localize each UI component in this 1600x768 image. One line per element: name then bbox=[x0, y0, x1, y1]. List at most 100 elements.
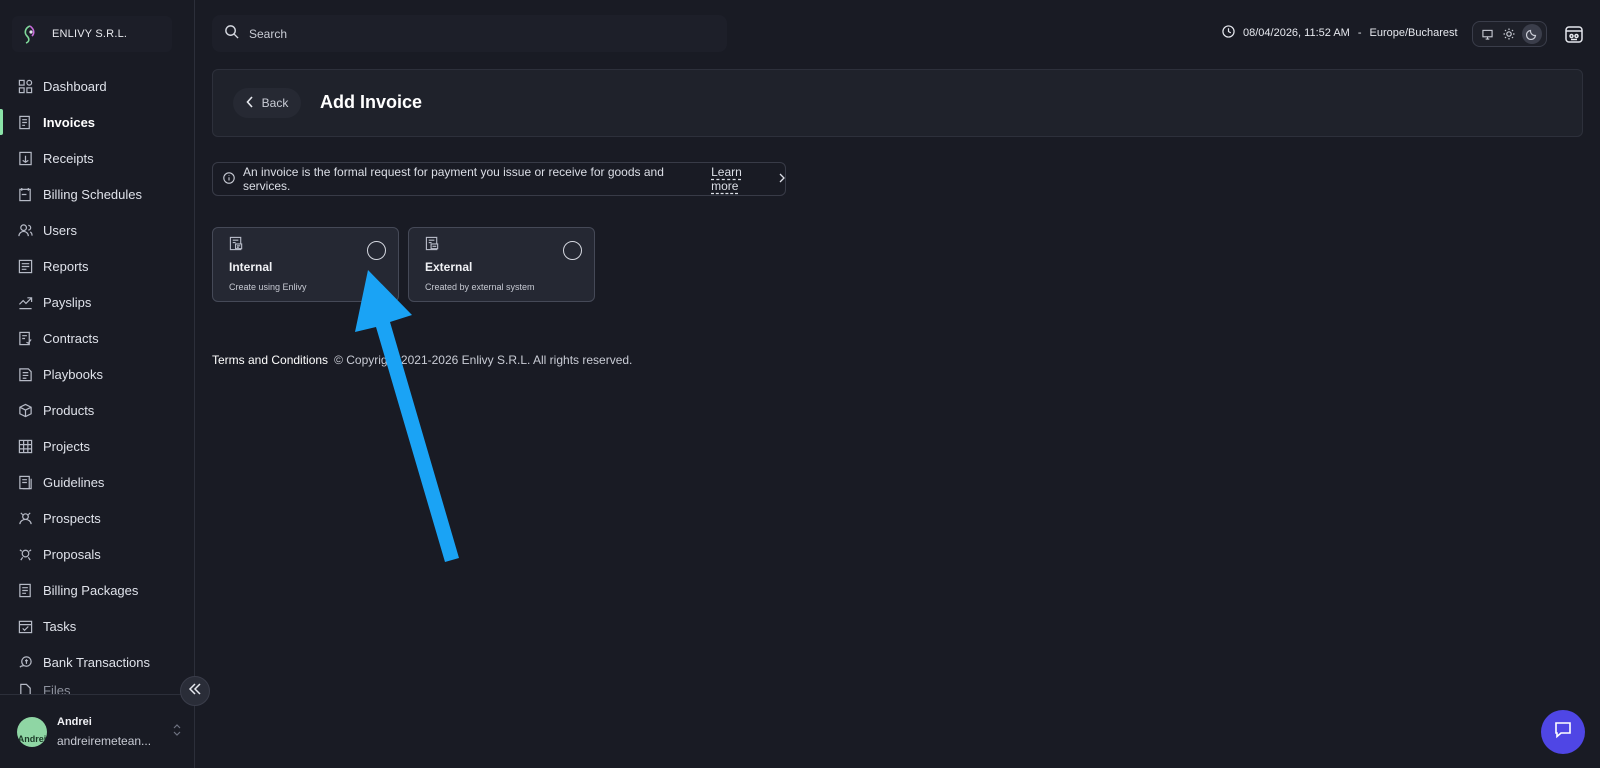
sidebar-item-label: Playbooks bbox=[43, 366, 103, 382]
clock-datetime: 08/04/2026, 11:52 AM bbox=[1243, 27, 1350, 39]
info-icon bbox=[223, 171, 235, 187]
sidebar-item-label: Users bbox=[43, 222, 77, 238]
sidebar-item-projects[interactable]: Projects bbox=[0, 428, 194, 464]
sidebar-item-contracts[interactable]: Contracts bbox=[0, 320, 194, 356]
products-icon bbox=[17, 402, 33, 418]
invoice-icon bbox=[17, 114, 33, 130]
payslips-icon bbox=[17, 294, 33, 310]
contracts-icon bbox=[17, 330, 33, 346]
info-banner: An invoice is the formal request for pay… bbox=[212, 162, 786, 196]
clock-separator: - bbox=[1357, 27, 1362, 39]
receipt-icon bbox=[17, 150, 33, 166]
company-logo-icon bbox=[20, 23, 40, 45]
search-icon bbox=[224, 24, 239, 44]
sidebar-item-billing-schedules[interactable]: Billing Schedules bbox=[0, 176, 194, 212]
clock-icon bbox=[1222, 25, 1235, 41]
billing-packages-icon bbox=[17, 582, 33, 598]
sidebar-item-label: Products bbox=[43, 402, 95, 418]
sidebar-item-dashboard[interactable]: Dashboard bbox=[0, 68, 194, 104]
sidebar-item-tasks[interactable]: Tasks bbox=[0, 608, 194, 644]
sidebar-item-label: Contracts bbox=[43, 330, 99, 346]
moon-icon[interactable] bbox=[1521, 24, 1542, 44]
app-launcher-icon[interactable] bbox=[1561, 21, 1587, 47]
clock-display: 08/04/2026, 11:52 AM - Europe/Bucharest bbox=[1222, 24, 1458, 42]
sidebar-item-users[interactable]: Users bbox=[0, 212, 194, 248]
page-header: Back Add Invoice bbox=[212, 69, 1583, 137]
option-subtitle: Create using Enlivy bbox=[229, 282, 307, 292]
sidebar-item-proposals[interactable]: Proposals bbox=[0, 536, 194, 572]
playbooks-icon bbox=[17, 366, 33, 382]
option-title: External bbox=[425, 260, 473, 274]
sidebar-item-label: Prospects bbox=[43, 510, 101, 526]
proposals-icon bbox=[17, 546, 33, 562]
sidebar-item-label: Dashboard bbox=[43, 78, 107, 94]
sidebar: ENLIVY S.R.L. Dashboard Invoices Receipt… bbox=[0, 0, 195, 768]
page-title: Add Invoice bbox=[320, 92, 423, 112]
sidebar-item-bank-transactions[interactable]: Bank Transactions bbox=[0, 644, 194, 680]
internal-document-icon bbox=[229, 236, 245, 252]
back-label: Back bbox=[261, 96, 289, 110]
search-input[interactable] bbox=[249, 26, 689, 41]
theme-toggle bbox=[1472, 21, 1547, 47]
sidebar-item-label: Receipts bbox=[43, 150, 94, 166]
users-icon bbox=[17, 222, 33, 238]
sidebar-item-label: Bank Transactions bbox=[43, 654, 150, 670]
terms-link[interactable]: Terms and Conditions bbox=[212, 353, 328, 367]
dashboard-icon bbox=[17, 78, 33, 94]
page-footer: Terms and Conditions © Copyright 2021-20… bbox=[212, 353, 632, 367]
chat-button[interactable] bbox=[1541, 710, 1585, 754]
option-external-radio[interactable] bbox=[563, 241, 582, 260]
sidebar-item-label: Proposals bbox=[43, 546, 101, 562]
collapse-sidebar-button[interactable] bbox=[180, 676, 210, 706]
sidebar-item-billing-packages[interactable]: Billing Packages bbox=[0, 572, 194, 608]
chevron-up-down-icon bbox=[173, 724, 181, 739]
option-internal-radio[interactable] bbox=[367, 241, 386, 260]
user-name: Andrei bbox=[57, 715, 92, 728]
chevron-left-icon bbox=[246, 95, 254, 111]
chevron-right-icon bbox=[779, 172, 785, 186]
sidebar-item-products[interactable]: Products bbox=[0, 392, 194, 428]
sidebar-item-label: Tasks bbox=[43, 618, 77, 634]
option-internal[interactable]: Internal Create using Enlivy bbox=[212, 227, 399, 302]
sidebar-item-label: Reports bbox=[43, 258, 89, 274]
avatar: Andrei bbox=[17, 716, 47, 747]
clock-timezone: Europe/Bucharest bbox=[1369, 27, 1458, 39]
sidebar-item-guidelines[interactable]: Guidelines bbox=[0, 464, 194, 500]
company-name: ENLIVY S.R.L. bbox=[52, 28, 128, 40]
sidebar-item-label: Projects bbox=[43, 438, 90, 454]
bank-transactions-icon bbox=[17, 654, 33, 670]
learn-more-link[interactable]: Learn more bbox=[711, 165, 771, 193]
monitor-icon[interactable] bbox=[1477, 24, 1497, 44]
option-external[interactable]: External Created by external system bbox=[408, 227, 595, 302]
guidelines-icon bbox=[17, 474, 33, 490]
sidebar-item-label: Payslips bbox=[43, 294, 92, 310]
billing-schedule-icon bbox=[17, 186, 33, 202]
sidebar-item-label: Invoices bbox=[43, 114, 96, 130]
reports-icon bbox=[17, 258, 33, 274]
tasks-icon bbox=[17, 618, 33, 634]
search-bar[interactable] bbox=[212, 15, 727, 52]
sidebar-item-label: Guidelines bbox=[43, 474, 105, 490]
sidebar-item-label: Billing Schedules bbox=[43, 186, 143, 202]
sidebar-item-label: Billing Packages bbox=[43, 582, 139, 598]
user-info: Andrei andreiremetean... bbox=[57, 716, 157, 748]
sidebar-item-payslips[interactable]: Payslips bbox=[0, 284, 194, 320]
sun-icon[interactable] bbox=[1499, 24, 1519, 44]
sidebar-item-prospects[interactable]: Prospects bbox=[0, 500, 194, 536]
projects-icon bbox=[17, 438, 33, 454]
external-document-icon bbox=[425, 236, 441, 252]
double-chevron-left-icon bbox=[188, 682, 202, 700]
annotation-arrow bbox=[355, 270, 459, 562]
sidebar-item-invoices[interactable]: Invoices bbox=[0, 104, 194, 140]
chat-icon bbox=[1553, 720, 1573, 745]
user-menu[interactable]: Andrei Andrei andreiremetean... bbox=[0, 694, 194, 768]
sidebar-item-receipts[interactable]: Receipts bbox=[0, 140, 194, 176]
sidebar-item-reports[interactable]: Reports bbox=[0, 248, 194, 284]
option-subtitle: Created by external system bbox=[425, 282, 535, 292]
avatar-text: Andrei bbox=[17, 733, 47, 744]
prospects-icon bbox=[17, 510, 33, 526]
company-switcher[interactable]: ENLIVY S.R.L. bbox=[12, 16, 172, 52]
back-button[interactable]: Back bbox=[233, 88, 301, 118]
sidebar-item-playbooks[interactable]: Playbooks bbox=[0, 356, 194, 392]
sidebar-nav: Dashboard Invoices Receipts Billing Sche… bbox=[0, 68, 194, 700]
